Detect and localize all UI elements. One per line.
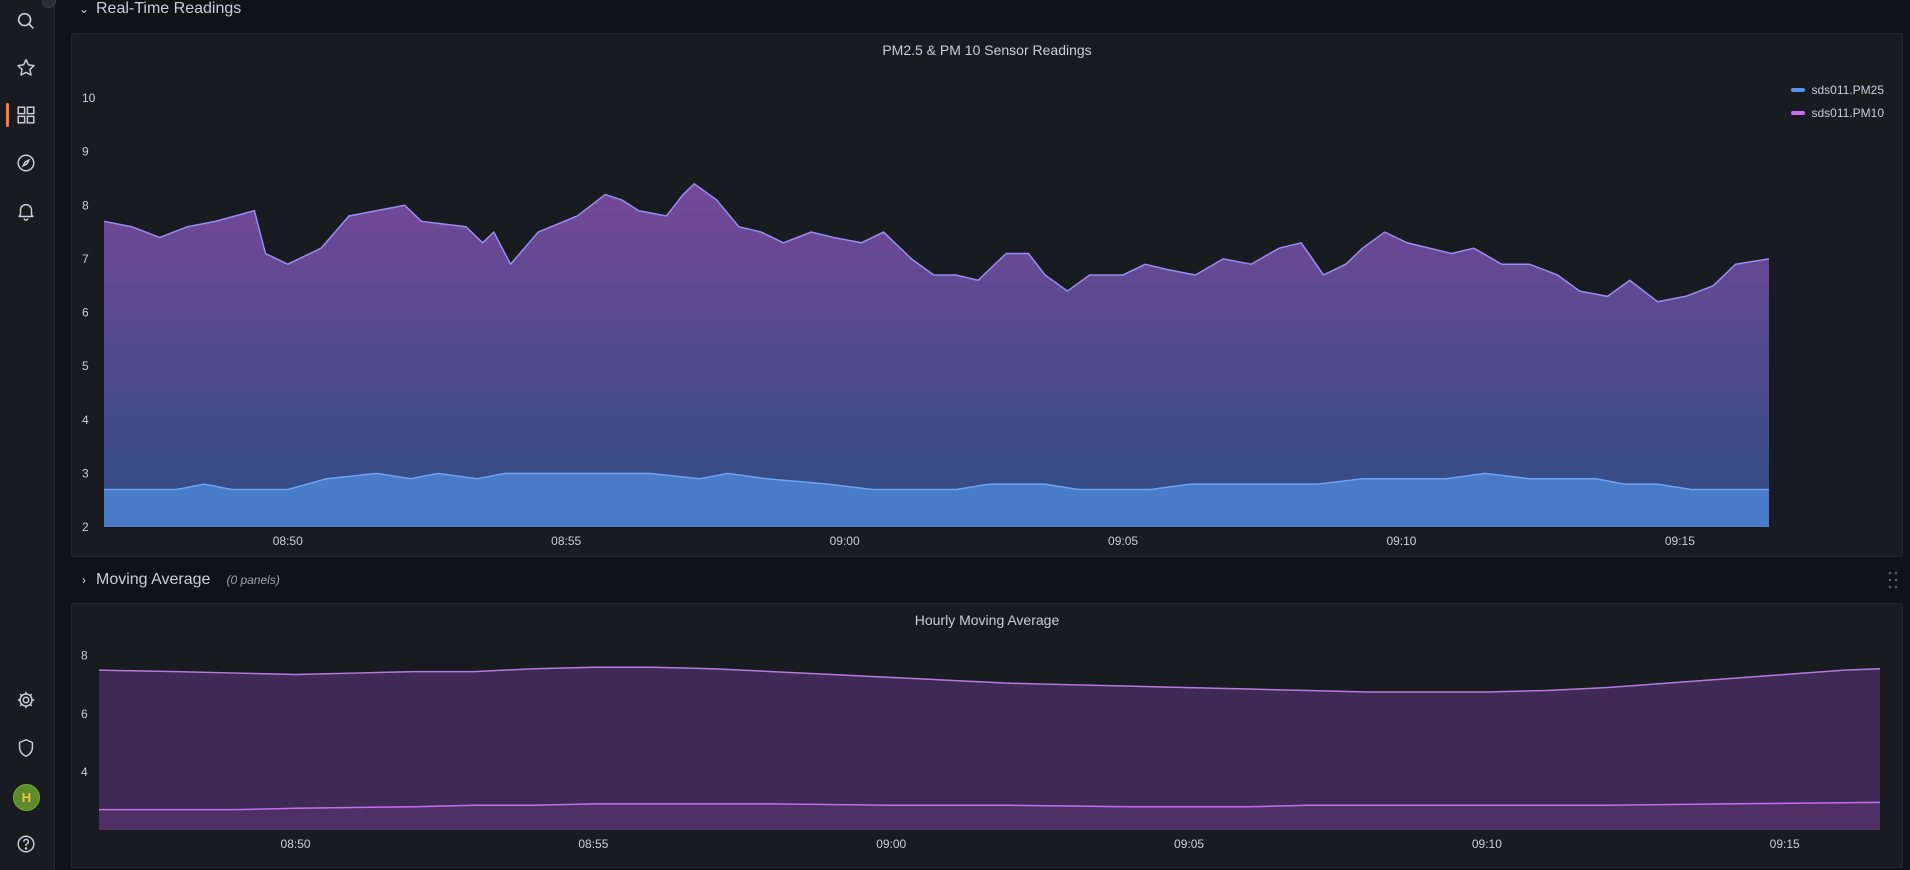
legend-swatch [1790, 87, 1805, 92]
drag-handle-icon[interactable] [1888, 570, 1898, 590]
panel-hourly-moving-average[interactable]: Hourly Moving Average 4 6 8 08:50 08:55 09:00… [71, 603, 1903, 868]
panel-sensor-readings[interactable]: PM2.5 & PM 10 Sensor Readings 2 3 4 5 6 7 8 9 10… [71, 33, 1903, 557]
side-menu: H [0, 0, 55, 870]
chevron-down-icon: ⌄ [78, 2, 90, 16]
legend-item-pm25[interactable]: sds011.PM25 [1790, 78, 1885, 101]
shield-icon[interactable] [11, 733, 41, 763]
star-icon[interactable] [11, 53, 41, 83]
chevron-right-icon: › [82, 573, 86, 587]
y-tick-label: 10 [82, 91, 96, 105]
y-tick-label: 5 [82, 359, 89, 373]
y-tick-label: 6 [82, 306, 89, 320]
search-icon[interactable] [11, 6, 41, 36]
y-tick-label: 7 [82, 252, 89, 266]
gear-icon[interactable] [11, 685, 41, 715]
x-tick-label: 08:55 [578, 837, 608, 851]
x-tick-label: 09:10 [1472, 837, 1502, 851]
sensor-readings-chart: 2 3 4 5 6 7 8 9 10 08:50 08:55 09:00 09:05 09:10 09:15 [82, 91, 1770, 548]
x-tick-label: 08:50 [281, 837, 311, 851]
help-icon[interactable] [11, 829, 41, 859]
y-tick-label: 2 [82, 520, 89, 534]
x-tick-label: 09:05 [1174, 837, 1204, 851]
legend-item-pm10[interactable]: sds011.PM10 [1790, 101, 1885, 124]
x-tick-label: 09:05 [1108, 534, 1138, 548]
legend-label: sds011.PM25 [1811, 82, 1885, 97]
y-tick-label: 6 [81, 707, 88, 721]
y-tick-label: 8 [81, 649, 88, 663]
compass-icon[interactable] [11, 148, 41, 178]
legend: sds011.PM25 sds011.PM10 [1790, 78, 1885, 124]
x-tick-label: 09:10 [1386, 534, 1416, 548]
legend-label: sds011.PM10 [1811, 105, 1885, 120]
y-tick-label: 4 [81, 765, 88, 779]
dashboards-icon[interactable] [11, 100, 41, 130]
y-tick-label: 3 [82, 466, 89, 480]
row-title: Real-Time Readings [96, 0, 242, 17]
x-tick-label: 09:00 [830, 534, 860, 548]
row-realtime[interactable]: ⌄ Real-Time Readings [78, 0, 241, 18]
x-tick-label: 08:55 [551, 534, 581, 548]
hourly-average-chart: 4 6 8 08:50 08:55 09:00 09:05 09:10 09:15 [81, 649, 1881, 851]
avatar[interactable]: H [13, 784, 40, 811]
y-tick-label: 8 [82, 198, 89, 212]
x-tick-label: 08:50 [273, 534, 303, 548]
x-tick-label: 09:15 [1665, 534, 1695, 548]
y-tick-label: 9 [82, 145, 89, 159]
row-moving-average[interactable]: › Moving Average (0 panels) [78, 570, 280, 590]
active-indicator [6, 103, 9, 127]
y-tick-label: 4 [82, 413, 89, 427]
row-title: Moving Average [96, 571, 211, 588]
x-tick-label: 09:00 [876, 837, 906, 851]
legend-swatch [1790, 110, 1805, 115]
x-tick-label: 09:15 [1770, 837, 1800, 851]
row-panel-count: (0 panels) [226, 573, 280, 587]
bell-icon[interactable] [11, 196, 41, 226]
